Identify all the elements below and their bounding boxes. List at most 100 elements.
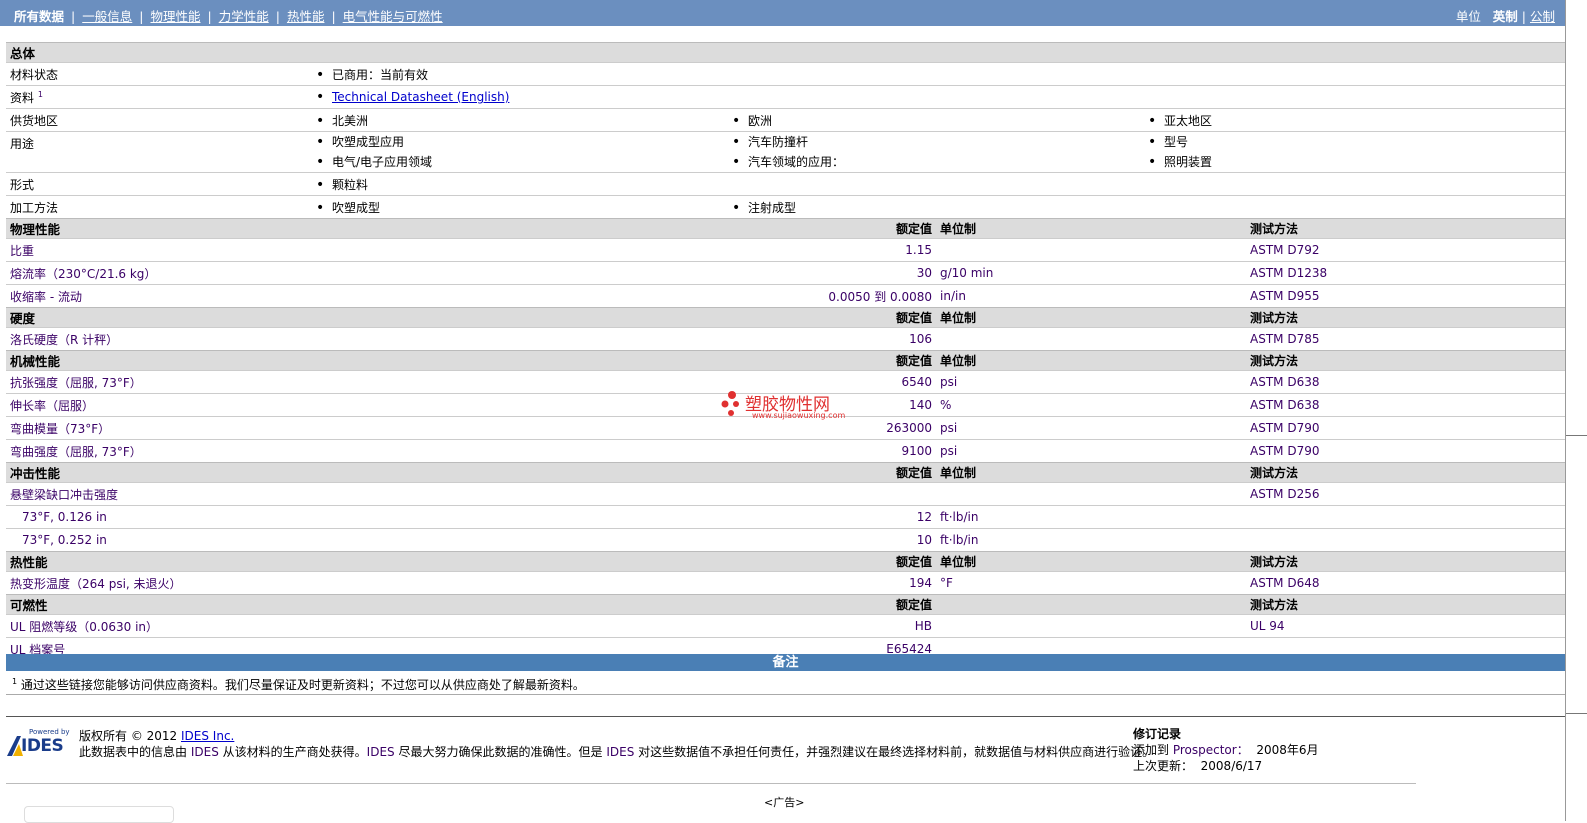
section-title: 机械性能	[6, 350, 728, 371]
bullet-icon: •	[732, 112, 741, 129]
property-name: 73°F, 0.252 in	[6, 528, 728, 552]
section-flammability: 可燃性 额定值 测试方法	[6, 594, 1566, 615]
list-item: • 注射成型	[728, 195, 1566, 219]
property-unit: ft·lb/in	[936, 505, 1246, 529]
test-method: ASTM D785	[1246, 327, 1566, 351]
notes-banner: 备注	[6, 654, 1565, 671]
ad-frame	[24, 806, 174, 823]
bullet-icon: •	[316, 199, 325, 216]
ides-logo: Powered by IDES	[7, 728, 71, 756]
header-test-method: 测试方法	[1246, 307, 1566, 328]
nav-physical[interactable]: 物理性能	[150, 9, 200, 24]
test-method: ASTM D1238	[1246, 261, 1566, 285]
property-value: • 已商用：当前有效	[312, 62, 1566, 86]
list-item: • 吹塑成型应用 • 电气/电子应用领域	[312, 131, 728, 173]
header-nominal: 额定值	[728, 462, 936, 483]
section-impact: 冲击性能 额定值 单位制 测试方法	[6, 462, 1566, 483]
datasheet-table: 总体 材料状态 • 已商用：当前有效 资料 1 • Technical Datash…	[6, 42, 1566, 660]
bullet-icon: •	[1148, 134, 1157, 150]
property-unit: °F	[936, 571, 1246, 595]
table-row: 弯曲强度（屈服, 73°F） 9100 psi ASTM D790	[6, 439, 1566, 463]
property-unit	[936, 482, 1246, 506]
row-uses: 用途 • 吹塑成型应用 • 电气/电子应用领域 • 汽车防撞杆 • 汽车领域的应用： •…	[6, 131, 1566, 173]
divider	[6, 694, 1565, 695]
updated-date: 2008/6/17	[1200, 759, 1263, 773]
section-title: 物理性能	[6, 218, 728, 239]
header-nominal: 额定值	[728, 551, 936, 572]
test-method: ASTM D648	[1246, 571, 1566, 595]
nav-all-data[interactable]: 所有数据	[14, 9, 64, 24]
property-label: 用途	[6, 131, 312, 173]
nav-thermal[interactable]: 热性能	[287, 9, 325, 24]
property-unit: ft·lb/in	[936, 528, 1246, 552]
property-unit: in/in	[936, 284, 1246, 308]
footer-info: 版权所有 © 2012 IDES Inc. 此数据表中的信息由 IDES 从该材…	[79, 728, 1154, 760]
bullet-icon: •	[732, 199, 741, 216]
logo-text: IDES	[21, 736, 64, 756]
bullet-icon: •	[316, 154, 325, 170]
test-method: ASTM D792	[1246, 238, 1566, 262]
test-method: ASTM D790	[1246, 416, 1566, 440]
property-value: 1.15	[728, 238, 936, 262]
test-method: ASTM D638	[1246, 393, 1566, 417]
disclaimer: 此数据表中的信息由 IDES 从该材料的生产商处获得。IDES 尽最大努力确保此…	[79, 745, 1155, 759]
test-method: ASTM D638	[1246, 370, 1566, 394]
header-test-method: 测试方法	[1246, 350, 1566, 371]
technical-datasheet-link[interactable]: Technical Datasheet (English)	[332, 90, 509, 104]
top-nav-bar: 所有数据 | 一般信息 | 物理性能 | 力学性能 | 热性能 | 电气性能与可燃性 单位 英制 |…	[0, 0, 1565, 26]
nav-electrical-flammability[interactable]: 电气性能与可燃性	[343, 9, 443, 24]
property-unit: g/10 min	[936, 261, 1246, 285]
section-physical: 物理性能 额定值 单位制 测试方法	[6, 218, 1566, 239]
nav-general-info[interactable]: 一般信息	[82, 9, 132, 24]
property-value: 9100	[728, 439, 936, 463]
divider	[6, 783, 1416, 784]
header-unit: 单位制	[936, 462, 1246, 483]
property-name: 73°F, 0.126 in	[6, 505, 728, 529]
property-name: 热变形温度（264 psi, 未退火）	[6, 571, 728, 595]
list-item: • 欧洲	[728, 108, 1144, 132]
ides-link[interactable]: IDES Inc.	[181, 729, 234, 743]
logo-powered-by: Powered by	[29, 728, 70, 736]
watermark-url: www.sujiaowuxing.com	[752, 411, 846, 420]
added-label: 添加到	[1133, 743, 1170, 757]
bullet-icon: •	[1148, 112, 1157, 129]
header-test-method: 测试方法	[1246, 462, 1566, 483]
scrollbar-tick	[1566, 713, 1587, 714]
test-method	[1246, 505, 1566, 529]
nav-separator: |	[331, 9, 336, 24]
property-label: 形式	[6, 172, 312, 196]
copyright-text: 版权所有 © 2012	[79, 729, 178, 743]
list-item: • 北美洲	[312, 108, 728, 132]
unit-separator: |	[1521, 9, 1526, 24]
units-label: 单位	[1455, 9, 1481, 24]
property-value: 30	[728, 261, 936, 285]
row-supply-region: 供货地区 • 北美洲 • 欧洲 • 亚太地区	[6, 108, 1566, 132]
list-item: • 吹塑成型	[312, 195, 728, 219]
property-value: 0.0050 到 0.0080	[728, 284, 936, 308]
unit-metric[interactable]: 公制	[1530, 9, 1555, 24]
bullet-icon: •	[1148, 154, 1157, 170]
table-row: 比重 1.15 ASTM D792	[6, 238, 1566, 262]
header-unit: 单位制	[936, 350, 1246, 371]
nav-separator: |	[275, 9, 280, 24]
test-method: ASTM D790	[1246, 439, 1566, 463]
divider	[6, 716, 1565, 717]
table-row: 洛氏硬度（R 计秤） 106 ASTM D785	[6, 327, 1566, 351]
header-test-method: 测试方法	[1246, 594, 1566, 615]
updated-label: 上次更新：	[1133, 759, 1194, 773]
table-row: 热变形温度（264 psi, 未退火） 194 °F ASTM D648	[6, 571, 1566, 595]
prospector-label: Prospector：	[1172, 743, 1249, 757]
section-nav: 所有数据 | 一般信息 | 物理性能 | 力学性能 | 热性能 | 电气性能与可燃性	[14, 6, 443, 25]
bullet-icon: •	[316, 112, 325, 129]
footnote-marker: 1	[37, 89, 43, 99]
bullet-icon: •	[316, 89, 325, 105]
property-unit: psi	[936, 370, 1246, 394]
row-form: 形式 • 颗粒料	[6, 172, 1566, 196]
property-unit: psi	[936, 416, 1246, 440]
property-name: 抗张强度（屈服, 73°F）	[6, 370, 728, 394]
nav-mechanical[interactable]: 力学性能	[219, 9, 269, 24]
property-value: 106	[728, 327, 936, 351]
property-name: UL 阻燃等级（0.0630 in）	[6, 614, 728, 638]
bullet-icon: •	[316, 134, 325, 150]
unit-english[interactable]: 英制	[1493, 9, 1518, 24]
